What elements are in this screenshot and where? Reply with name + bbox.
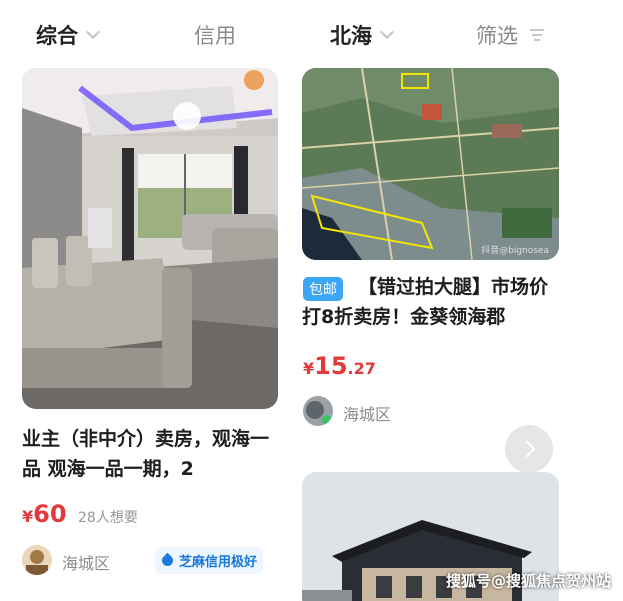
listing-title[interactable]: 业主（非中介）卖房，观海一品 观海一品一期，2 [22,424,280,484]
screen-filter-button[interactable]: 筛选 [476,20,544,50]
price-decimal: .27 [347,359,376,378]
avatar[interactable] [22,545,52,575]
listing-price: ¥ 15 .27 [303,352,376,380]
listing-price: ¥ 60 [22,500,67,528]
seller-area: 海城区 [62,554,111,573]
sesame-credit-icon [159,552,176,569]
credit-label: 信用 [194,24,236,48]
chevron-down-icon [85,24,101,40]
price-symbol: ¥ [303,359,315,378]
credit-badge: 芝麻信用极好 [155,547,264,574]
price-symbol: ¥ [22,507,34,526]
listing-title[interactable]: 【错过拍大腿】市场价打8折卖房！金葵领海郡 [302,272,564,332]
location-label: 北海 [330,24,372,48]
map-watermark: 抖音@bignosea [481,246,549,256]
next-arrow-button[interactable] [505,425,553,473]
wants-count: 28人想要 [78,510,138,526]
location-dropdown[interactable]: 北海 [330,20,395,50]
avatar[interactable] [303,396,333,426]
sort-label: 综合 [36,24,78,48]
filter-icon [530,29,544,41]
chevron-right-icon [518,440,535,458]
watermark: 搜狐号@搜狐焦点贺州站 [445,572,611,590]
chevron-down-icon [379,24,395,40]
listing-image-living-room[interactable] [22,68,278,409]
listing-image-map[interactable]: 抖音@bignosea [302,68,559,260]
price-integer: 60 [33,500,67,528]
sort-dropdown[interactable]: 综合 [36,20,101,50]
credit-badge-label: 芝麻信用极好 [179,555,258,570]
seller-area: 海城区 [343,405,392,424]
credit-filter[interactable]: 信用 [194,20,236,50]
filter-bar: 综合 信用 北海 筛选 [0,0,623,62]
screen-label: 筛选 [476,24,518,48]
price-integer: 15 [314,352,348,380]
